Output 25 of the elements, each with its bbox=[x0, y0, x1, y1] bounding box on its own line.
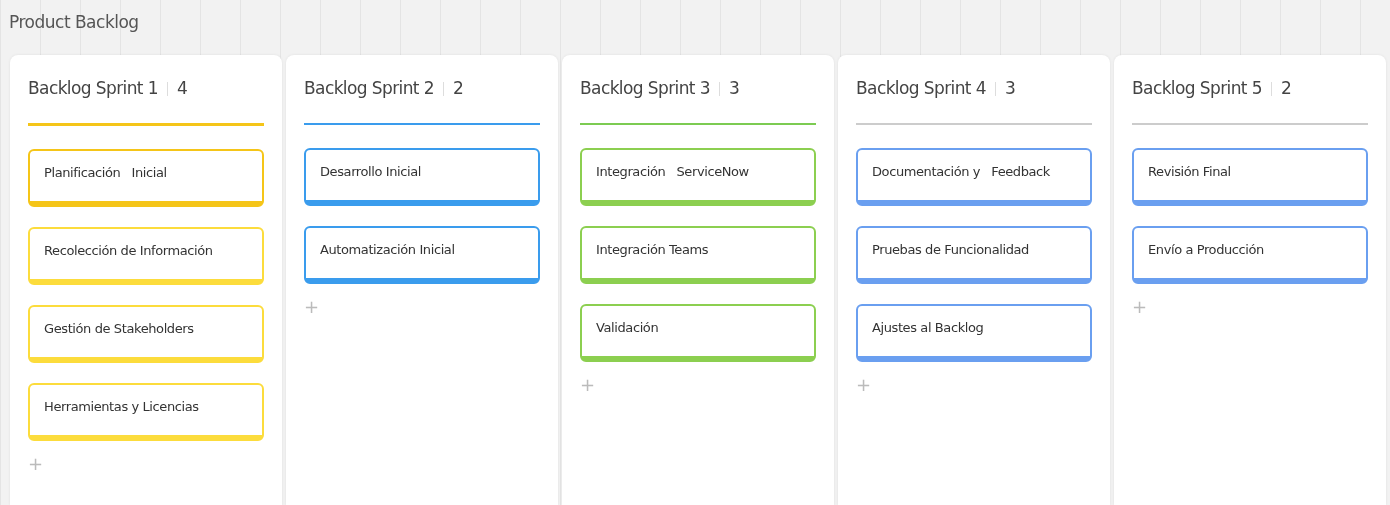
board-title: Product Backlog bbox=[9, 11, 139, 35]
task-card[interactable]: Revisión Final bbox=[1132, 148, 1368, 206]
task-card[interactable]: Planificación Inicial bbox=[28, 149, 264, 207]
task-card[interactable]: Validación bbox=[580, 304, 816, 362]
task-card[interactable]: Documentación y Feedback bbox=[856, 148, 1092, 206]
column-title: Backlog Sprint 2 bbox=[304, 77, 434, 101]
column-title: Backlog Sprint 4 bbox=[856, 77, 986, 101]
task-card[interactable]: Ajustes al Backlog bbox=[856, 304, 1092, 362]
task-card[interactable]: Recolección de Información bbox=[28, 227, 264, 285]
task-card[interactable]: Integración Teams bbox=[580, 226, 816, 284]
card-count: 3 bbox=[1004, 77, 1016, 101]
task-card[interactable]: Pruebas de Funcionalidad bbox=[856, 226, 1092, 284]
column-title: Backlog Sprint 5 bbox=[1132, 77, 1262, 101]
task-card[interactable]: Envío a Producción bbox=[1132, 226, 1368, 284]
card-count: 3 bbox=[728, 77, 740, 101]
card-count: 2 bbox=[1280, 77, 1292, 101]
task-card[interactable]: Herramientas y Licencias bbox=[28, 383, 264, 441]
task-card[interactable]: Gestión de Stakeholders bbox=[28, 305, 264, 363]
card-count: 4 bbox=[176, 77, 188, 101]
column-title: Backlog Sprint 3 bbox=[580, 77, 710, 101]
task-card[interactable]: Automatización Inicial bbox=[304, 226, 540, 284]
task-card[interactable]: Integración ServiceNow bbox=[580, 148, 816, 206]
column-title: Backlog Sprint 1 bbox=[28, 77, 158, 101]
card-count: 2 bbox=[452, 77, 464, 101]
task-card[interactable]: Desarrollo Inicial bbox=[304, 148, 540, 206]
